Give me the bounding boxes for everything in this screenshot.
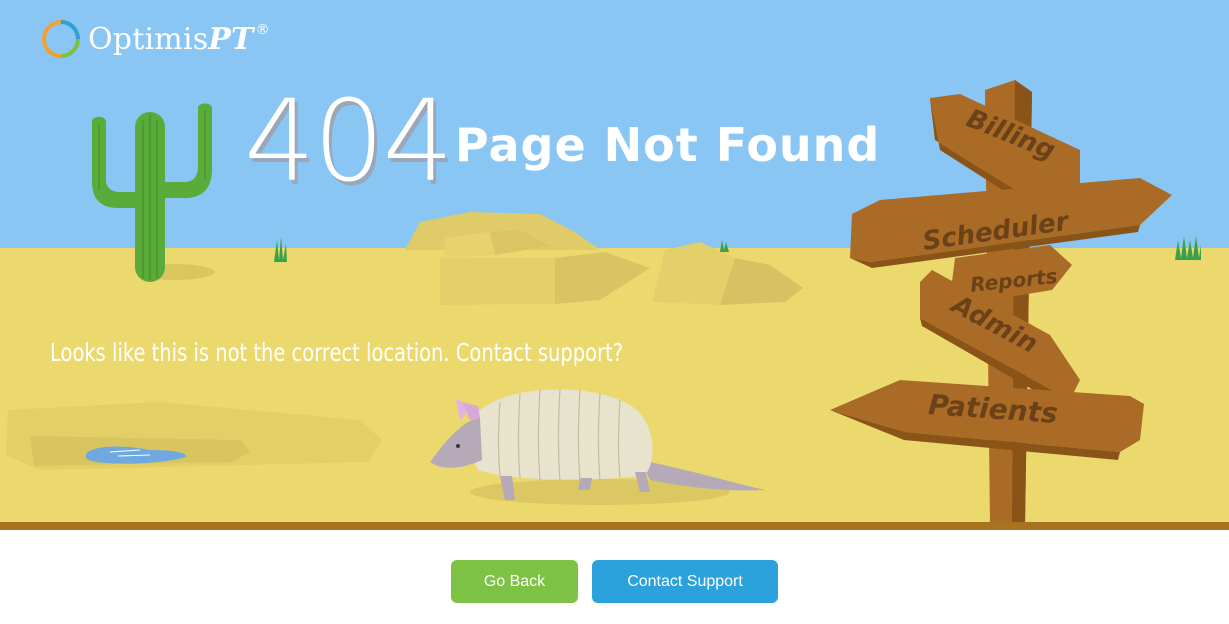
desert-background: Billing Scheduler Reports Admin Patients — [0, 0, 1229, 530]
desert-scene: Billing Scheduler Reports Admin Patients… — [0, 0, 1229, 530]
go-back-button[interactable]: Go Back — [451, 560, 578, 603]
contact-support-button[interactable]: Contact Support — [592, 560, 778, 603]
error-message: Looks like this is not the correct locat… — [50, 338, 624, 367]
brand-logo[interactable]: OptimisPT ® — [40, 18, 270, 60]
error-code: 404 — [244, 77, 454, 207]
error-title: Page Not Found — [455, 118, 881, 172]
optimis-logo-icon — [42, 20, 80, 58]
brand-name: OptimisPT ® — [88, 21, 270, 57]
action-bar: Go Back Contact Support — [0, 530, 1229, 624]
